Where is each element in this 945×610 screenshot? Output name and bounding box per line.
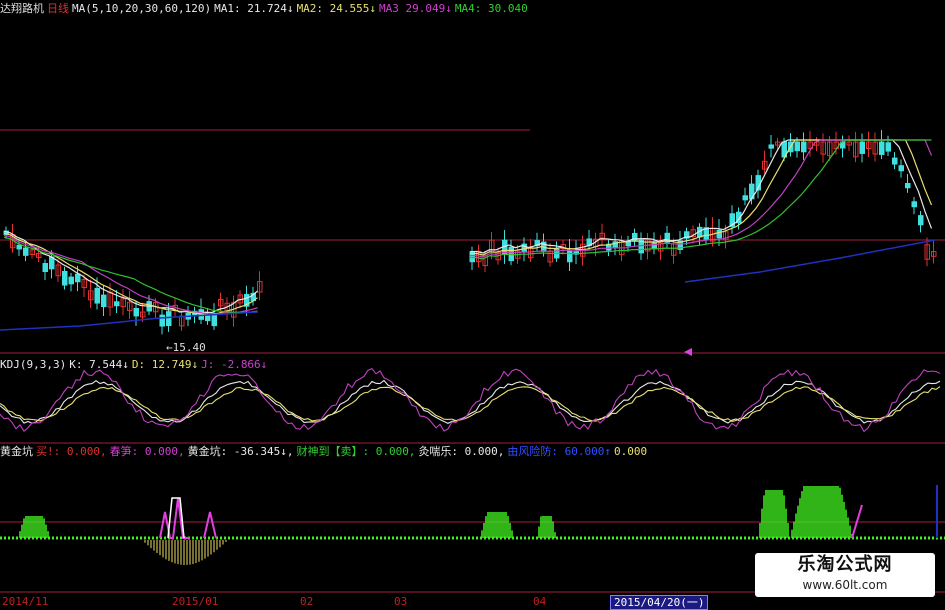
price-panel[interactable]	[0, 130, 937, 356]
candle	[794, 141, 800, 152]
time-label: 03	[394, 595, 408, 608]
yanxile-value: 灸喘乐: 0.000,	[418, 445, 505, 458]
watermark-name: 乐淘公式网	[797, 554, 893, 575]
candle	[94, 287, 100, 304]
candle	[62, 270, 68, 286]
ma1-value: MA1: 21.724↓	[214, 2, 294, 15]
kdj-panel[interactable]	[0, 367, 941, 433]
spring-value: 春笋: 0.000,	[109, 445, 185, 458]
candle	[101, 294, 107, 308]
candle	[16, 244, 22, 250]
last-value: 0.000	[614, 445, 648, 458]
candle	[567, 250, 573, 263]
time-label: 2014/11	[2, 595, 49, 608]
time-label: 04	[533, 595, 547, 608]
cursor-date-label: 2015/04/20(一)	[610, 595, 709, 610]
price-panel-header: 达翔路机 日线 MA(5,10,20,30,60,120) MA1: 21.72…	[0, 0, 531, 18]
spring-spike	[159, 497, 190, 539]
time-label: 02	[300, 595, 314, 608]
candle	[166, 311, 172, 327]
stock-chart-canvas[interactable]	[0, 0, 945, 609]
candle	[905, 183, 911, 189]
candle	[768, 144, 774, 149]
watermark-url: www.60lt.com	[802, 578, 888, 592]
ma3-value: MA3 29.049↓	[379, 2, 452, 15]
fengkong-value: 由风险防: 60.000↑	[507, 445, 612, 458]
low-price-marker: ←15.40	[166, 341, 206, 354]
kdj-panel-header: KDJ(9,3,3) K: 7.544↓ D: 12.749↓ J: -2.86…	[0, 356, 270, 374]
ma-long-line	[684, 239, 936, 283]
stock-name: 达翔路机	[0, 2, 44, 15]
ma-params: MA(5,10,20,30,60,120)	[72, 2, 212, 15]
candle	[42, 263, 48, 272]
candle	[651, 242, 657, 250]
candle	[801, 141, 807, 153]
candle	[211, 313, 217, 327]
kdj-j-line	[0, 367, 941, 433]
candle	[159, 314, 165, 327]
buy-value: 买!: 0.000,	[36, 445, 107, 458]
candle	[114, 301, 120, 307]
ma2-value: MA2: 24.555↓	[296, 2, 377, 15]
candle	[521, 243, 527, 252]
watermark-logo: 乐淘公式网 www.60lt.com	[755, 553, 935, 597]
candle	[859, 141, 865, 154]
candle	[898, 165, 904, 172]
candle	[892, 157, 898, 165]
candle	[716, 229, 722, 239]
cursor-marker	[684, 348, 692, 356]
kdj-d-line	[0, 386, 941, 423]
kdj-k-value: K: 7.544↓	[69, 358, 129, 371]
candle	[918, 215, 924, 226]
caishen-value: 财神到【卖】: 0.000,	[296, 445, 416, 458]
kdj-d-value: D: 12.749↓	[131, 358, 199, 371]
candle	[911, 201, 917, 208]
candle	[75, 273, 81, 283]
indicator-name: 黄金坑	[0, 445, 33, 458]
ma4-value: MA4: 30.040	[454, 2, 528, 15]
time-label: 2015/01	[172, 595, 219, 608]
candle	[133, 307, 139, 317]
candle	[198, 309, 204, 320]
candle	[885, 142, 891, 152]
ma1-line	[3, 230, 258, 314]
candle	[68, 276, 74, 285]
golden-pit-panel-header: 黄金坑 买!: 0.000, 春笋: 0.000, 黄金坑: -36.345↓,…	[0, 443, 650, 461]
candle	[742, 195, 748, 201]
kdj-j-value: J: -2.866↓	[201, 358, 268, 371]
candle	[23, 247, 29, 256]
candle	[879, 141, 885, 155]
spring-spike	[203, 511, 217, 539]
period-label[interactable]: 日线	[47, 0, 69, 18]
golden-pit-value: 黄金坑: -36.345↓,	[187, 445, 294, 458]
kdj-params: KDJ(9,3,3)	[0, 358, 67, 371]
